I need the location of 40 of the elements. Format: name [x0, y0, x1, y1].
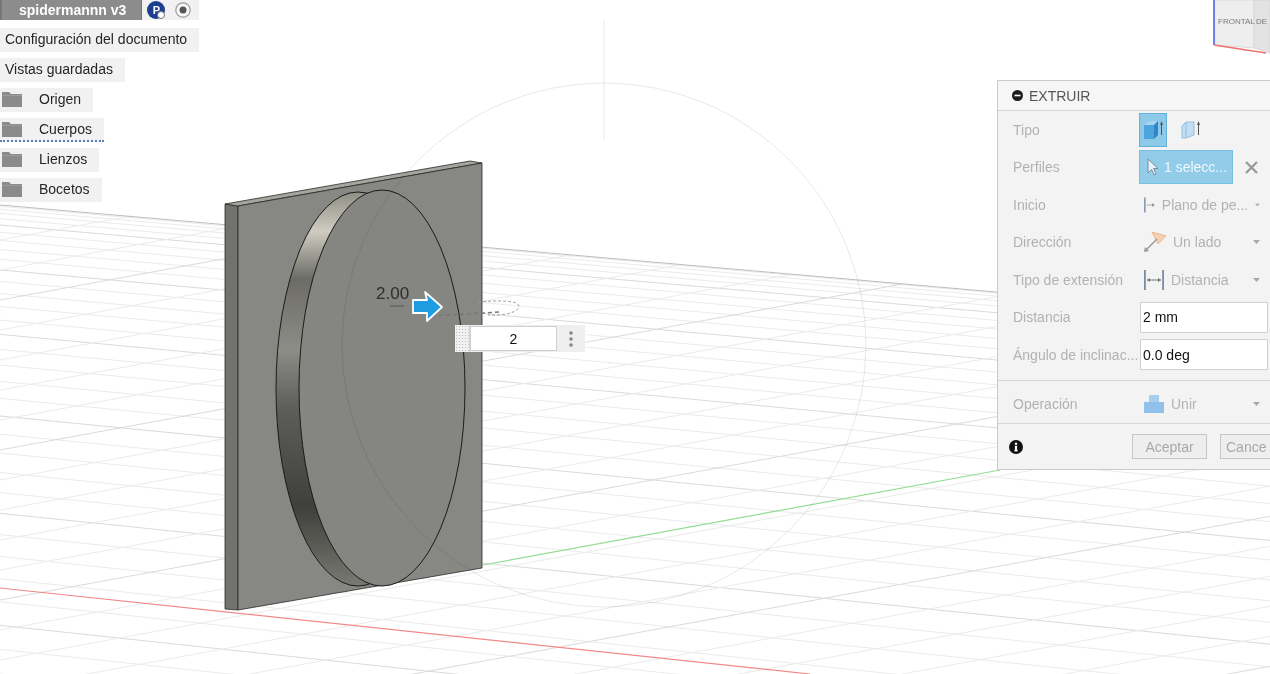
caret-icon	[1253, 402, 1260, 407]
folder-icon	[2, 121, 22, 137]
field-label: Inicio	[1013, 196, 1047, 213]
field-label: Ángulo de inclinac...	[1013, 346, 1140, 363]
radio-icon[interactable]	[175, 2, 192, 18]
folder-icon	[2, 91, 22, 107]
browser-item[interactable]: Lienzos	[0, 148, 100, 172]
folder-icon	[2, 151, 22, 167]
flag-arrow-icon	[1144, 232, 1166, 253]
thin-wall-icon	[1180, 120, 1200, 139]
caret-icon	[1253, 240, 1260, 245]
profile-badge[interactable]: P	[147, 1, 166, 19]
distance-icon	[1144, 269, 1164, 290]
caret-icon	[1253, 277, 1260, 282]
close-icon	[1245, 160, 1258, 174]
solid-cube-icon	[1143, 120, 1163, 139]
browser-item[interactable]: Vistas guardadas	[0, 58, 125, 82]
grip-handle[interactable]	[455, 325, 470, 352]
field-label: Operación	[1013, 396, 1079, 413]
field-label: Tipo	[1013, 121, 1041, 138]
union-icon	[1144, 395, 1164, 414]
browser-item[interactable]: Bocetos	[0, 178, 102, 202]
field-label: Tipo de extensión	[1013, 271, 1124, 288]
cursor-icon	[1147, 158, 1159, 177]
face-label: DE	[1256, 17, 1268, 26]
panel-title: EXTRUIR	[1029, 87, 1091, 104]
browser-item[interactable]: Configuración del documento	[0, 28, 200, 52]
dimension-label: 2.00	[376, 284, 410, 303]
browser-item[interactable]: Cuerpos	[0, 118, 104, 142]
field-label: Perfiles	[1013, 159, 1061, 176]
input-field[interactable]: 2	[470, 326, 557, 351]
more-icon[interactable]	[569, 330, 573, 347]
document-title: spidermannn v3	[0, 0, 143, 20]
face-label: FRONTAL	[1218, 17, 1255, 26]
field-label: Dirección	[1013, 234, 1073, 251]
field-label: Distancia	[1013, 309, 1072, 326]
caret-icon	[1255, 202, 1260, 207]
folder-icon	[2, 181, 22, 197]
browser-item[interactable]: Origen	[0, 88, 94, 112]
arrow-icon[interactable]	[412, 291, 443, 322]
